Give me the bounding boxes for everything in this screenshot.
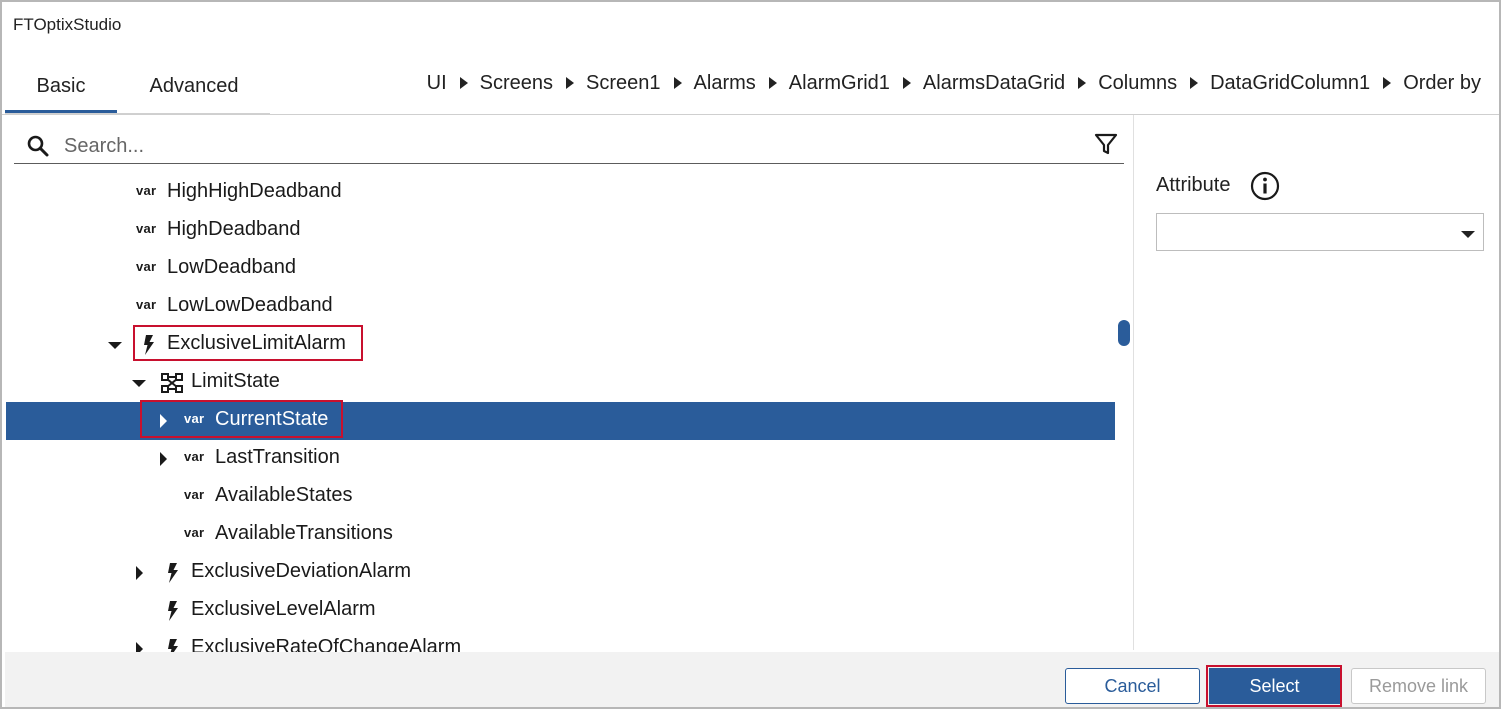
breadcrumb-item-ui[interactable]: UI (427, 72, 447, 95)
tree-item-label: LowLowDeadband (167, 294, 333, 316)
attribute-label: Attribute (1156, 174, 1231, 196)
tree-item-label: HighHighDeadband (167, 180, 342, 202)
chevron-down-icon[interactable] (108, 342, 122, 349)
tree-item-label: LimitState (191, 370, 280, 392)
tree-item-exclusivelevelalarm[interactable]: ExclusiveLevelAlarm (6, 592, 1115, 630)
var-icon: var (184, 449, 205, 464)
chevron-down-icon (1461, 231, 1475, 238)
state-machine-icon (161, 373, 183, 393)
tree-item-currentstate[interactable]: var CurrentState (6, 400, 1115, 440)
tree-item-availabletransitions[interactable]: var AvailableTransitions (6, 516, 1115, 554)
tree-item-label: AvailableStates (215, 484, 353, 506)
tab-basic[interactable]: Basic (5, 62, 117, 113)
var-icon: var (184, 525, 205, 540)
tree-item-lasttransition[interactable]: var LastTransition (6, 440, 1115, 478)
chevron-right-icon[interactable] (160, 414, 167, 428)
filter-icon[interactable] (1094, 132, 1118, 156)
var-icon: var (136, 297, 157, 312)
chevron-right-icon[interactable] (136, 566, 143, 580)
tree-item-lowlowdeadband[interactable]: var LowLowDeadband (6, 288, 1115, 326)
chevron-right-icon (768, 77, 777, 89)
tree-item-label: HighDeadband (167, 218, 301, 240)
breadcrumb: UI Screens Screen1 Alarms AlarmGrid1 Ala… (427, 70, 1481, 96)
var-icon: var (136, 259, 157, 274)
chevron-right-icon (673, 77, 682, 89)
tree-item-label: LastTransition (215, 446, 340, 468)
breadcrumb-item-alarmgrid1[interactable]: AlarmGrid1 (789, 72, 890, 95)
lightning-icon (168, 601, 178, 621)
chevron-right-icon (566, 77, 575, 89)
lightning-icon (144, 335, 154, 355)
tree-item-lowdeadband[interactable]: var LowDeadband (6, 250, 1115, 288)
tab-advanced[interactable]: Advanced (120, 62, 268, 110)
header-divider (2, 114, 1499, 115)
var-icon: var (184, 487, 205, 502)
lightning-icon (168, 563, 178, 583)
search-input[interactable] (62, 130, 1066, 162)
tree-item-label: AvailableTransitions (215, 522, 393, 544)
breadcrumb-item-order-by[interactable]: Order by (1403, 72, 1481, 95)
breadcrumb-item-alarmsdatagrid[interactable]: AlarmsDataGrid (923, 72, 1065, 95)
search-bar (14, 127, 1124, 164)
info-icon[interactable] (1250, 171, 1280, 201)
chevron-right-icon (1190, 77, 1199, 89)
select-button[interactable]: Select (1209, 668, 1340, 704)
search-icon (27, 135, 49, 157)
chevron-right-icon (459, 77, 468, 89)
tree-item-exclusivedeviationalarm[interactable]: ExclusiveDeviationAlarm (6, 554, 1115, 592)
tree-item-label: ExclusiveLevelAlarm (191, 598, 376, 620)
cancel-button[interactable]: Cancel (1065, 668, 1200, 704)
tree-item-label: ExclusiveDeviationAlarm (191, 560, 412, 582)
var-icon: var (136, 183, 157, 198)
tree-item-highhighdeadband[interactable]: var HighHighDeadband (6, 174, 1115, 212)
dialog-window: FTOptixStudio Basic Advanced UI Screens … (0, 0, 1501, 709)
tree-item-availablestates[interactable]: var AvailableStates (6, 478, 1115, 516)
scrollbar-thumb[interactable] (1118, 320, 1130, 346)
chevron-right-icon (1078, 77, 1087, 89)
tree-item-exclusivelimitalarm[interactable]: ExclusiveLimitAlarm (6, 325, 1115, 364)
breadcrumb-item-alarms[interactable]: Alarms (694, 72, 756, 95)
tree-view: var HighHighDeadband var HighDeadband va… (6, 174, 1116, 654)
var-icon: var (184, 411, 205, 426)
attribute-dropdown[interactable] (1156, 213, 1484, 251)
chevron-right-icon (902, 77, 911, 89)
breadcrumb-item-screens[interactable]: Screens (480, 72, 553, 95)
tree-item-exclusiverateofchangealarm[interactable]: ExclusiveRateOfChangeAlarm (6, 630, 1115, 654)
remove-link-button[interactable]: Remove link (1351, 668, 1486, 704)
tree-item-label: CurrentState (215, 408, 329, 430)
var-icon: var (136, 221, 157, 236)
chevron-right-icon[interactable] (160, 452, 167, 466)
tree-item-limitstate[interactable]: LimitState (6, 364, 1115, 402)
breadcrumb-item-columns[interactable]: Columns (1098, 72, 1177, 95)
chevron-right-icon (1383, 77, 1392, 89)
tab-bar: Basic Advanced (5, 62, 270, 114)
panel-divider (1133, 115, 1134, 650)
tree-item-label: ExclusiveLimitAlarm (167, 332, 346, 354)
chevron-down-icon[interactable] (132, 380, 146, 387)
window-title: FTOptixStudio (13, 15, 122, 34)
tree-item-label: LowDeadband (167, 256, 296, 278)
breadcrumb-item-datagridcolumn1[interactable]: DataGridColumn1 (1210, 72, 1370, 95)
tree-item-highdeadband[interactable]: var HighDeadband (6, 212, 1115, 250)
breadcrumb-item-screen1[interactable]: Screen1 (586, 72, 661, 95)
